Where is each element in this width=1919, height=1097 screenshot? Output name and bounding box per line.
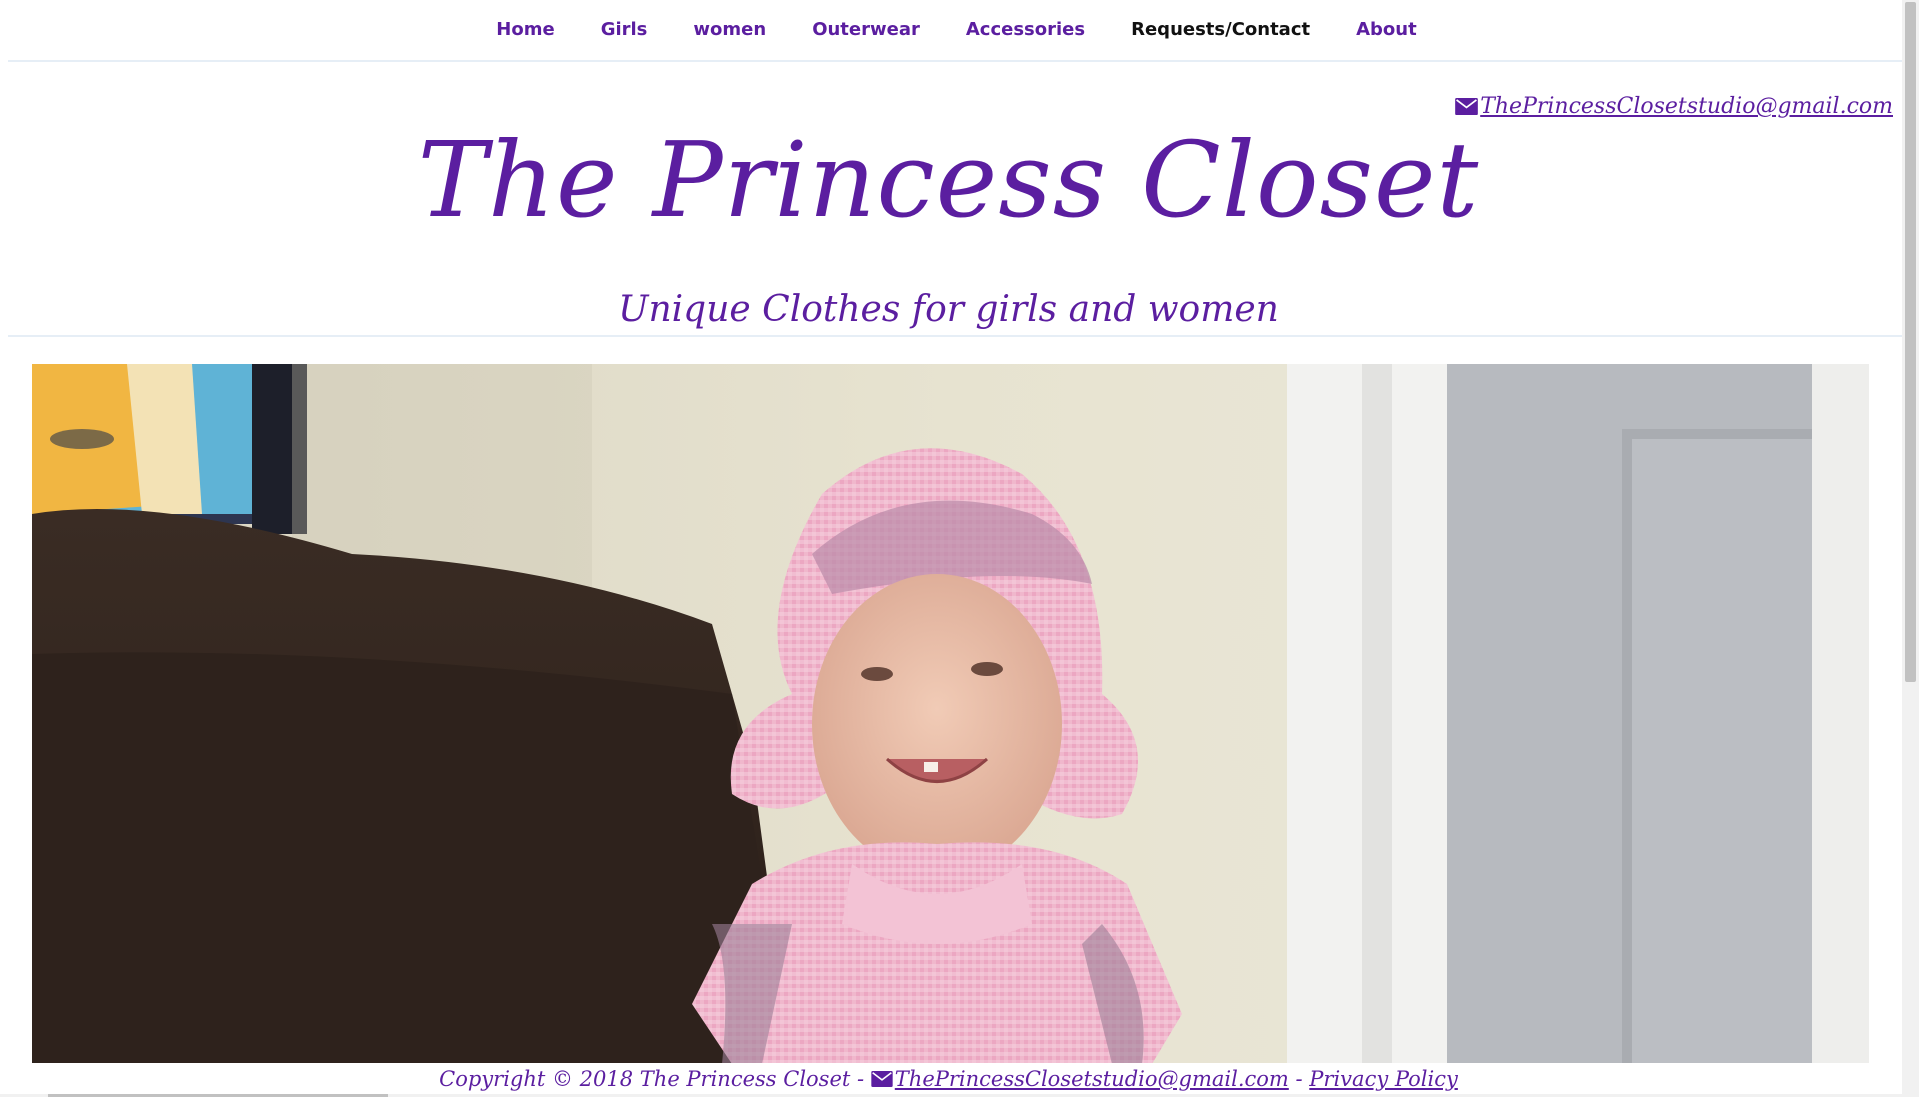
nav-accessories[interactable]: Accessories bbox=[966, 19, 1085, 40]
nav-home[interactable]: Home bbox=[496, 19, 554, 40]
footer-separator: - bbox=[1295, 1067, 1303, 1091]
nav-about[interactable]: About bbox=[1356, 19, 1417, 40]
footer-email-text: ThePrincessClosetstudio@gmail.com bbox=[894, 1067, 1289, 1091]
envelope-icon bbox=[871, 1071, 893, 1087]
header-email-link[interactable]: ThePrincessClosetstudio@gmail.com bbox=[1455, 94, 1893, 119]
header-email-text: ThePrincessClosetstudio@gmail.com bbox=[1480, 94, 1893, 119]
main-nav: Home Girls women Outerwear Accessories R… bbox=[8, 0, 1905, 62]
privacy-policy-link[interactable]: Privacy Policy bbox=[1309, 1067, 1458, 1091]
footer-copyright: Copyright © 2018 The Princess Closet - bbox=[439, 1067, 865, 1091]
footer: Copyright © 2018 The Princess Closet - T… bbox=[0, 1063, 1897, 1095]
site-subtitle: Unique Clothes for girls and women bbox=[618, 289, 1279, 330]
header-divider bbox=[8, 335, 1905, 337]
site-title: The Princess Closet bbox=[417, 119, 1480, 241]
nav-women[interactable]: women bbox=[693, 19, 766, 40]
vertical-scrollbar[interactable] bbox=[1902, 0, 1919, 1097]
nav-outerwear[interactable]: Outerwear bbox=[812, 19, 920, 40]
photo-of-toddler-in-pink-hat-icon bbox=[32, 364, 1869, 1064]
nav-requests-contact[interactable]: Requests/Contact bbox=[1131, 19, 1310, 40]
nav-girls[interactable]: Girls bbox=[601, 19, 648, 40]
vertical-scroll-thumb[interactable] bbox=[1905, 2, 1916, 682]
footer-email-link[interactable]: ThePrincessClosetstudio@gmail.com bbox=[871, 1067, 1289, 1091]
envelope-icon bbox=[1455, 98, 1479, 115]
hero-photo bbox=[32, 364, 1869, 1064]
